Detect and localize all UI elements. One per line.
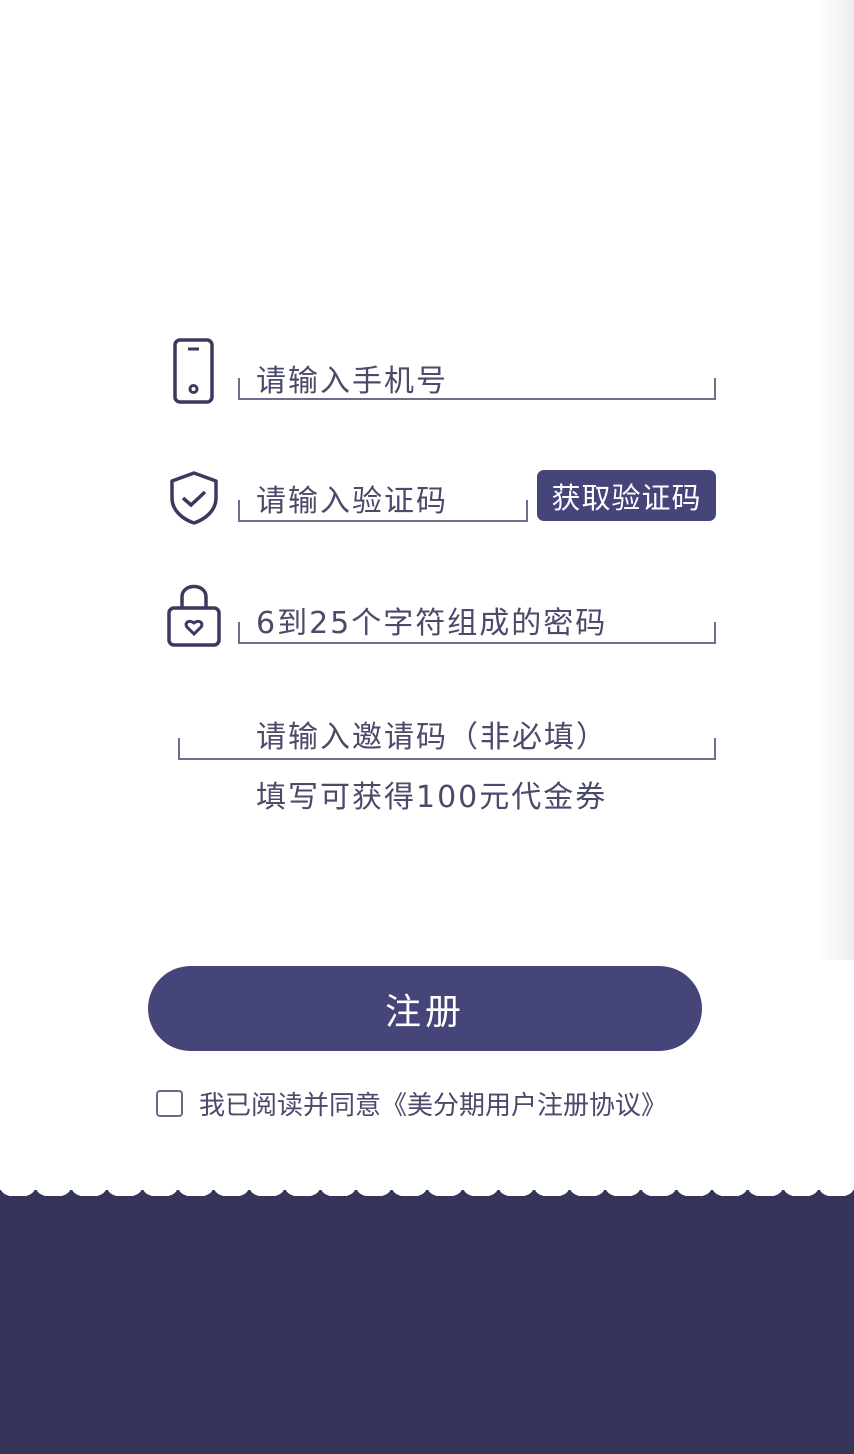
code-placeholder: 请输入验证码 bbox=[256, 484, 448, 519]
shield-check-icon bbox=[170, 471, 218, 525]
footer-band bbox=[0, 1196, 854, 1454]
agreement-checkbox[interactable] bbox=[156, 1090, 183, 1117]
agreement-text[interactable]: 我已阅读并同意《美分期用户注册协议》 bbox=[199, 1085, 667, 1122]
register-button[interactable]: 注册 bbox=[148, 966, 702, 1051]
phone-icon bbox=[173, 338, 214, 404]
agreement-row[interactable]: 我已阅读并同意《美分期用户注册协议》 bbox=[156, 1085, 667, 1122]
password-placeholder: 6到25个字符组成的密码 bbox=[256, 606, 608, 641]
invite-note: 填写可获得100元代金券 bbox=[256, 780, 608, 815]
phone-placeholder: 请输入手机号 bbox=[256, 364, 448, 399]
get-code-button[interactable]: 获取验证码 bbox=[537, 470, 716, 521]
lock-heart-icon bbox=[167, 584, 221, 647]
edge-shadow bbox=[818, 0, 854, 960]
invite-placeholder: 请输入邀请码（非必填） bbox=[256, 720, 608, 755]
